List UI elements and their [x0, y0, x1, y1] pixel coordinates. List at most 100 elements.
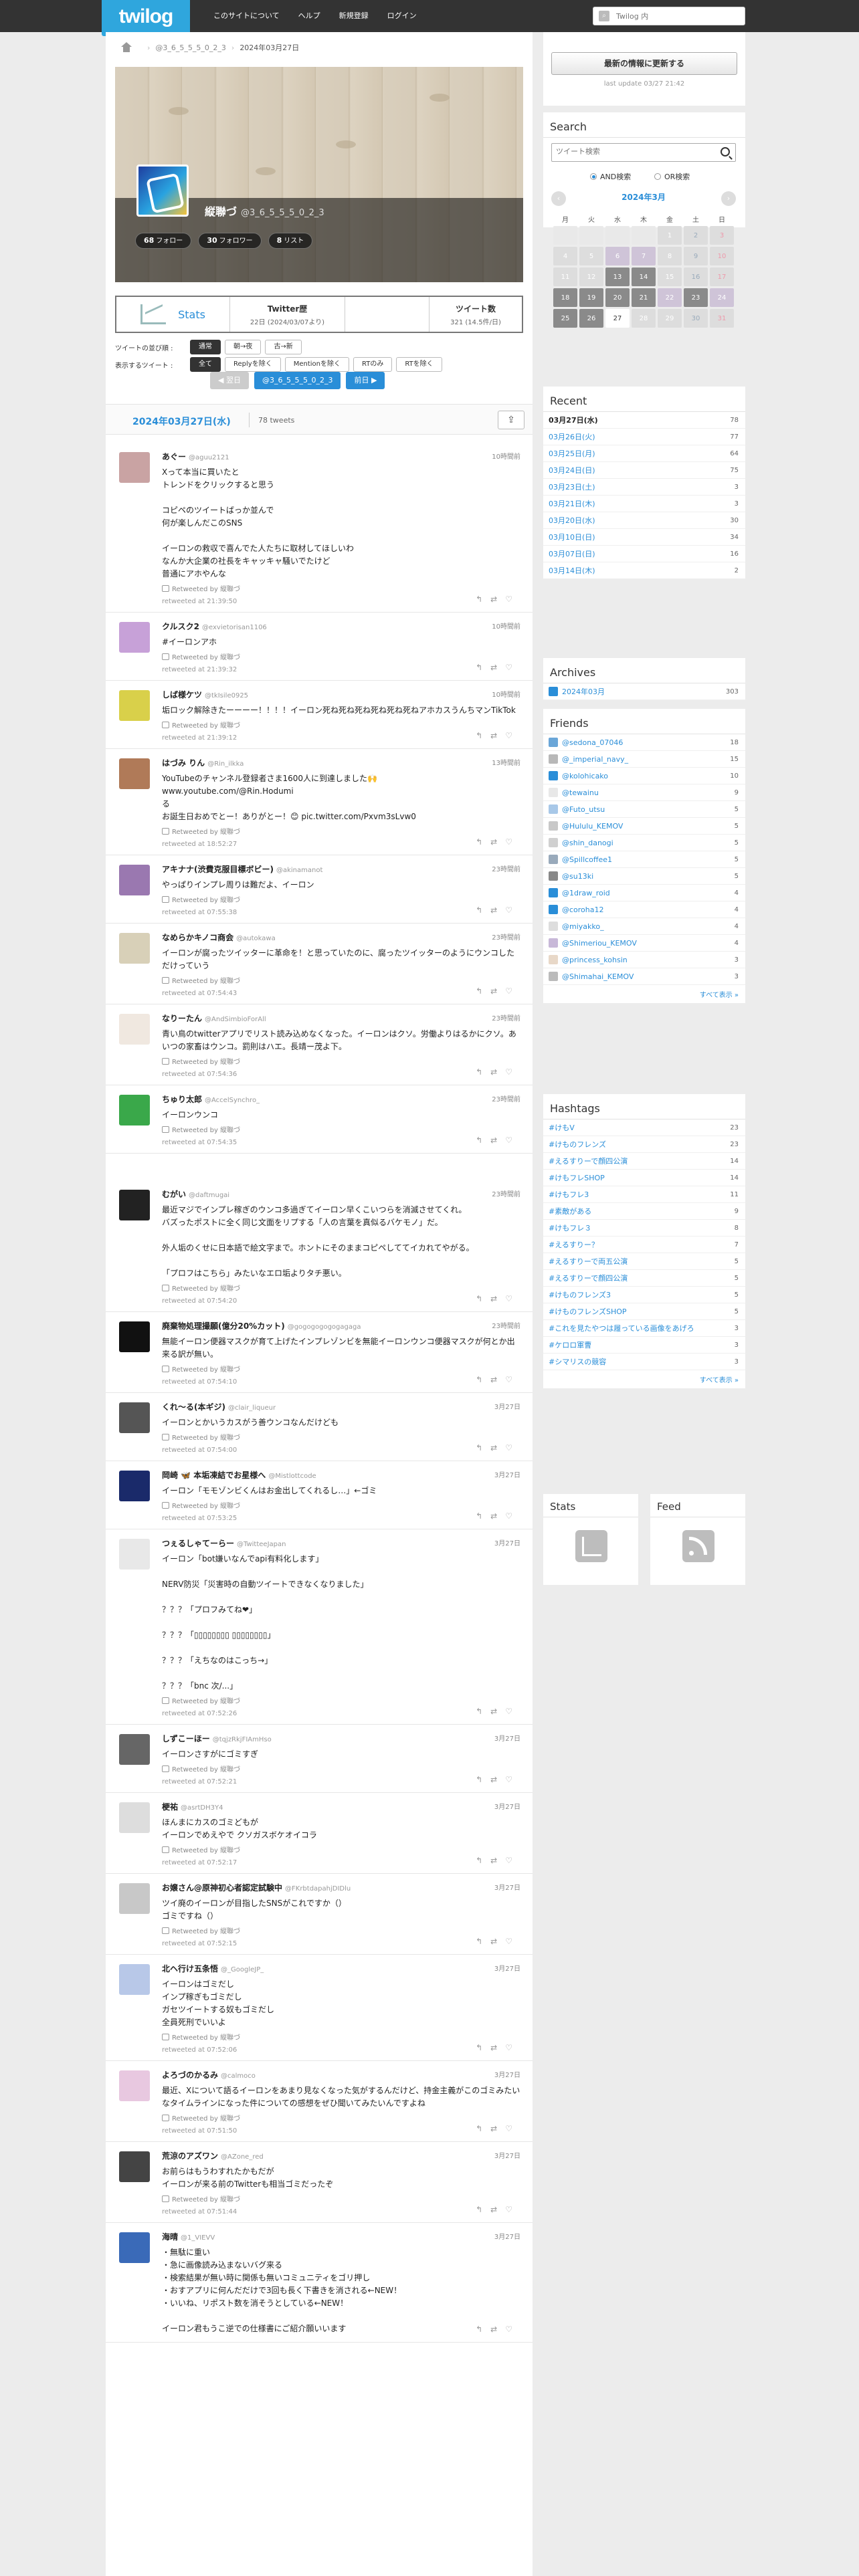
- retweet-action-icon[interactable]: ⇄: [490, 1375, 505, 1384]
- like-icon[interactable]: ♡: [505, 986, 520, 996]
- like-icon[interactable]: ♡: [505, 1375, 520, 1384]
- tweet-time[interactable]: 3月27日: [494, 1537, 520, 1547]
- tweet-avatar[interactable]: [119, 1190, 150, 1220]
- nav-login[interactable]: ログイン: [378, 0, 426, 32]
- reply-icon[interactable]: ↰: [476, 2043, 490, 2052]
- follow-count[interactable]: 68 フォロー: [135, 233, 192, 249]
- archives-item[interactable]: 2024年03月 303: [543, 683, 745, 700]
- user-button[interactable]: @3_6_5_5_5_0_2_3: [254, 372, 341, 389]
- like-icon[interactable]: ♡: [505, 2325, 520, 2334]
- reply-icon[interactable]: ↰: [476, 2325, 490, 2334]
- tweet-time[interactable]: 10時間前: [492, 621, 520, 631]
- tweet-author[interactable]: ちゅり太郎 @AccelSynchro_: [162, 1093, 522, 1105]
- tweet-avatar[interactable]: [119, 1964, 150, 1995]
- reply-icon[interactable]: ↰: [476, 663, 490, 672]
- magnifier-icon[interactable]: [721, 147, 730, 156]
- like-icon[interactable]: ♡: [505, 1511, 520, 1521]
- recent-item[interactable]: 03月21日(木) 3: [543, 496, 745, 512]
- like-icon[interactable]: ♡: [505, 663, 520, 672]
- friends-item[interactable]: @su13ki 5: [543, 868, 745, 885]
- friends-item[interactable]: @princess_kohsin 3: [543, 952, 745, 968]
- tweet-time[interactable]: 3月27日: [494, 1801, 520, 1811]
- tweet-author[interactable]: しずこーほー @tqjzRkjFIAmHso: [162, 1733, 522, 1744]
- feed-box[interactable]: Feed: [650, 1494, 745, 1585]
- retweet-action-icon[interactable]: ⇄: [490, 1294, 505, 1303]
- hashtags-item[interactable]: #えるすりーで顔四公演 5: [543, 1270, 745, 1287]
- order-morning-button[interactable]: 朝→夜: [225, 340, 262, 354]
- reply-icon[interactable]: ↰: [476, 1375, 490, 1384]
- reply-icon[interactable]: ↰: [476, 731, 490, 740]
- like-icon[interactable]: ♡: [505, 905, 520, 915]
- tweet-time[interactable]: 10時間前: [492, 689, 520, 699]
- tweet-author[interactable]: 海晴 @1_VIEVV: [162, 2231, 522, 2242]
- tweet-author[interactable]: あぐー @aguu2121: [162, 451, 522, 462]
- friends-item[interactable]: @1draw_roid 4: [543, 885, 745, 901]
- like-icon[interactable]: ♡: [505, 1775, 520, 1784]
- tweet-time[interactable]: 3月27日: [494, 1469, 520, 1479]
- reply-icon[interactable]: ↰: [476, 1294, 490, 1303]
- reply-icon[interactable]: ↰: [476, 1443, 490, 1453]
- like-icon[interactable]: ♡: [505, 837, 520, 847]
- top-search-box[interactable]: ⌕: [593, 7, 745, 25]
- tweet-time[interactable]: 3月27日: [494, 2231, 520, 2241]
- friends-item[interactable]: @Shimeriou_KEMOV 4: [543, 935, 745, 952]
- next-day-button[interactable]: ◀ 翌日: [210, 372, 249, 389]
- tweet-author[interactable]: 梗祐 @asrtDH3Y4: [162, 1801, 522, 1812]
- tweet-avatar[interactable]: [119, 933, 150, 964]
- retweet-action-icon[interactable]: ⇄: [490, 1136, 505, 1145]
- tweet-avatar[interactable]: [119, 1539, 150, 1570]
- recent-item[interactable]: 03月23日(土) 3: [543, 479, 745, 496]
- filter-no-rt-button[interactable]: RTを除く: [396, 357, 442, 372]
- tweet-author[interactable]: しば様ケツ @tkIsile0925: [162, 689, 522, 700]
- like-icon[interactable]: ♡: [505, 595, 520, 604]
- tweet-author[interactable]: はづみ りん @Rin_ilkka: [162, 757, 522, 768]
- hashtags-item[interactable]: #けものフレンズ 23: [543, 1136, 745, 1153]
- stats-link[interactable]: Stats: [116, 297, 230, 332]
- tweet-avatar[interactable]: [119, 690, 150, 721]
- friends-item[interactable]: @_imperial_navy_ 15: [543, 751, 745, 768]
- reply-icon[interactable]: ↰: [476, 595, 490, 604]
- reply-icon[interactable]: ↰: [476, 986, 490, 996]
- tweet-author[interactable]: 北ヘ行け五条悟 @_GoogleJP_: [162, 1963, 522, 1974]
- tweet-avatar[interactable]: [119, 1471, 150, 1501]
- tweet-avatar[interactable]: [119, 622, 150, 653]
- friends-item[interactable]: @Futo_utsu 5: [543, 801, 745, 818]
- friends-item[interactable]: @kolohicako 10: [543, 768, 745, 784]
- friends-item[interactable]: @coroha12 4: [543, 901, 745, 918]
- breadcrumb-user[interactable]: @3_6_5_5_5_0_2_3: [155, 43, 226, 52]
- tweet-avatar[interactable]: [119, 452, 150, 483]
- tweet-author[interactable]: 廃棄物処理撮願(億分20%カット) @gogogogogogagaga: [162, 1320, 522, 1331]
- hashtags-item[interactable]: #けもV 23: [543, 1119, 745, 1136]
- tweet-author[interactable]: つぇるしゃてーらー @TwitteeJapan: [162, 1537, 522, 1549]
- retweet-action-icon[interactable]: ⇄: [490, 663, 505, 672]
- retweet-action-icon[interactable]: ⇄: [490, 2205, 505, 2214]
- recent-item[interactable]: 03月10日(日) 34: [543, 529, 745, 546]
- hashtags-item[interactable]: #けものフレンズSHOP 5: [543, 1303, 745, 1320]
- tweet-author[interactable]: くれ～る(本ギジ) @clair_liqueur: [162, 1401, 522, 1412]
- order-normal-button[interactable]: 通常: [190, 340, 221, 354]
- tweet-avatar[interactable]: [119, 865, 150, 895]
- reply-icon[interactable]: ↰: [476, 1136, 490, 1145]
- recent-item[interactable]: 03月24日(日) 75: [543, 462, 745, 479]
- like-icon[interactable]: ♡: [505, 2043, 520, 2052]
- hashtags-item[interactable]: #えるすりー？ 7: [543, 1237, 745, 1253]
- nav-about[interactable]: このサイトについて: [204, 0, 289, 32]
- like-icon[interactable]: ♡: [505, 1443, 520, 1453]
- tweet-author[interactable]: よろづのかるみ @calmoco: [162, 2069, 522, 2080]
- tweet-avatar[interactable]: [119, 758, 150, 789]
- nav-register[interactable]: 新規登録: [330, 0, 378, 32]
- filter-all-button[interactable]: 全て: [190, 357, 221, 372]
- retweet-action-icon[interactable]: ⇄: [490, 905, 505, 915]
- tweet-avatar[interactable]: [119, 1402, 150, 1433]
- hashtags-item[interactable]: #これを見たやつは履っている画像をあげろ 3: [543, 1320, 745, 1337]
- tweet-time[interactable]: 3月27日: [494, 2150, 520, 2160]
- like-icon[interactable]: ♡: [505, 1136, 520, 1145]
- friends-item[interactable]: @miyakko_ 4: [543, 918, 745, 935]
- update-button[interactable]: 最新の情報に更新する: [551, 52, 737, 75]
- tweet-author[interactable]: お嬢さん@原神初心者認定試験中 @FKrbtdapahjDIDlu: [162, 1882, 522, 1893]
- like-icon[interactable]: ♡: [505, 1937, 520, 1946]
- tweet-avatar[interactable]: [119, 1883, 150, 1914]
- retweet-action-icon[interactable]: ⇄: [490, 1937, 505, 1946]
- friends-item[interactable]: @Shimahai_KEMOV 3: [543, 968, 745, 985]
- order-oldest-button[interactable]: 古→新: [265, 340, 302, 354]
